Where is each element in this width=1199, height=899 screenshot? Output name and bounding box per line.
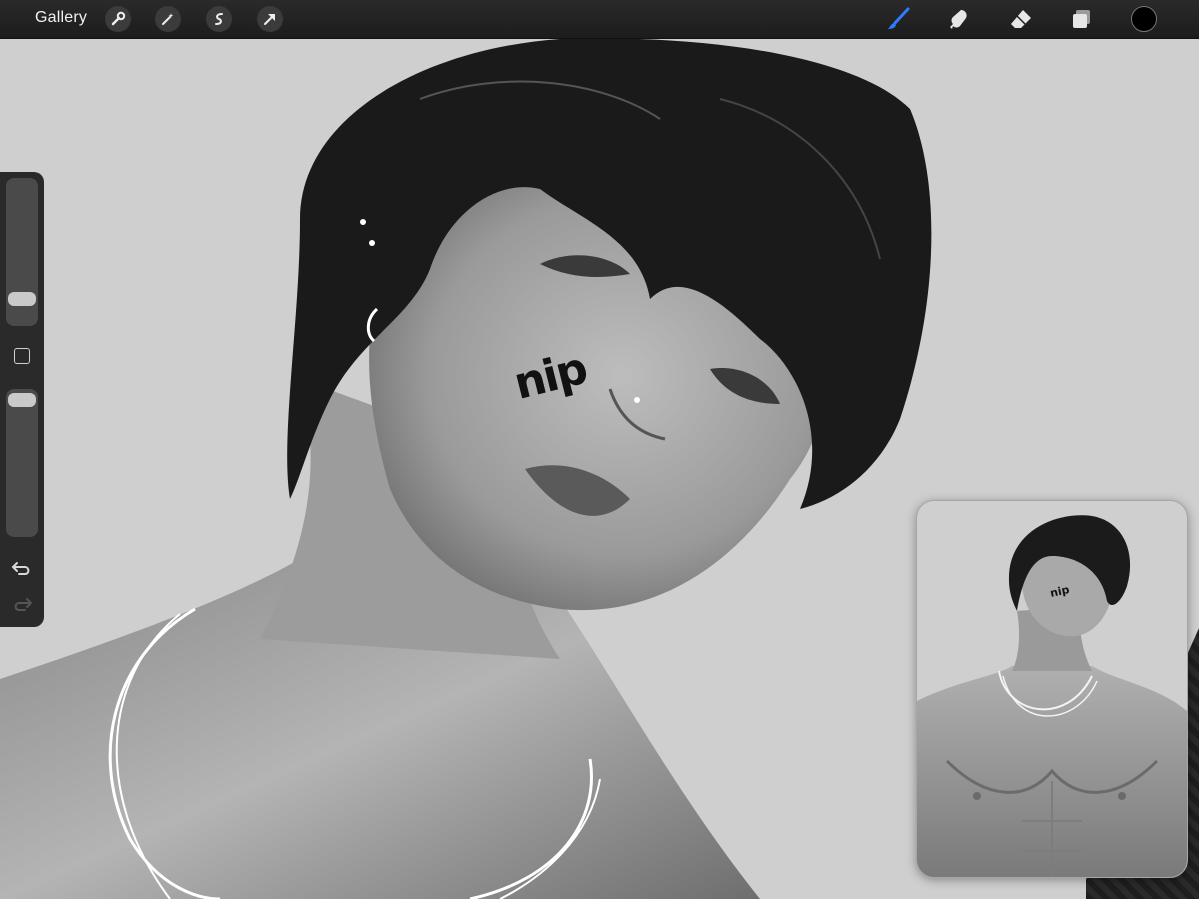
reference-window[interactable]: nip bbox=[916, 500, 1188, 878]
wrench-icon bbox=[111, 11, 126, 26]
selection-icon bbox=[215, 13, 223, 25]
brush-size-slider[interactable] bbox=[6, 178, 38, 326]
eraser-tool-button[interactable] bbox=[1007, 6, 1035, 32]
magic-wand-icon bbox=[162, 13, 174, 25]
brush-tool-button[interactable] bbox=[885, 6, 913, 32]
eraser-icon bbox=[1011, 10, 1031, 28]
opacity-slider[interactable] bbox=[6, 389, 38, 537]
smudge-icon bbox=[950, 10, 967, 29]
modify-button[interactable] bbox=[14, 348, 30, 364]
transform-arrow-icon bbox=[264, 14, 275, 25]
actions-button[interactable] bbox=[105, 6, 131, 32]
smudge-tool-button[interactable] bbox=[946, 6, 974, 32]
reference-image bbox=[917, 515, 1187, 877]
layers-button[interactable] bbox=[1068, 6, 1096, 32]
transform-button[interactable] bbox=[257, 6, 283, 32]
gallery-button[interactable]: Gallery bbox=[35, 9, 87, 27]
top-toolbar: Gallery bbox=[0, 0, 1199, 39]
redo-button[interactable] bbox=[11, 594, 33, 614]
redo-icon bbox=[14, 598, 33, 611]
adjustments-button[interactable] bbox=[155, 6, 181, 32]
opacity-thumb[interactable] bbox=[8, 393, 36, 407]
brush-icon bbox=[888, 7, 910, 29]
undo-button[interactable] bbox=[11, 558, 33, 578]
color-picker-button[interactable] bbox=[1131, 6, 1157, 32]
undo-icon bbox=[11, 562, 30, 575]
selection-button[interactable] bbox=[206, 6, 232, 32]
layers-icon bbox=[1073, 10, 1090, 28]
sidebar bbox=[0, 172, 44, 627]
brush-size-thumb[interactable] bbox=[8, 292, 36, 306]
